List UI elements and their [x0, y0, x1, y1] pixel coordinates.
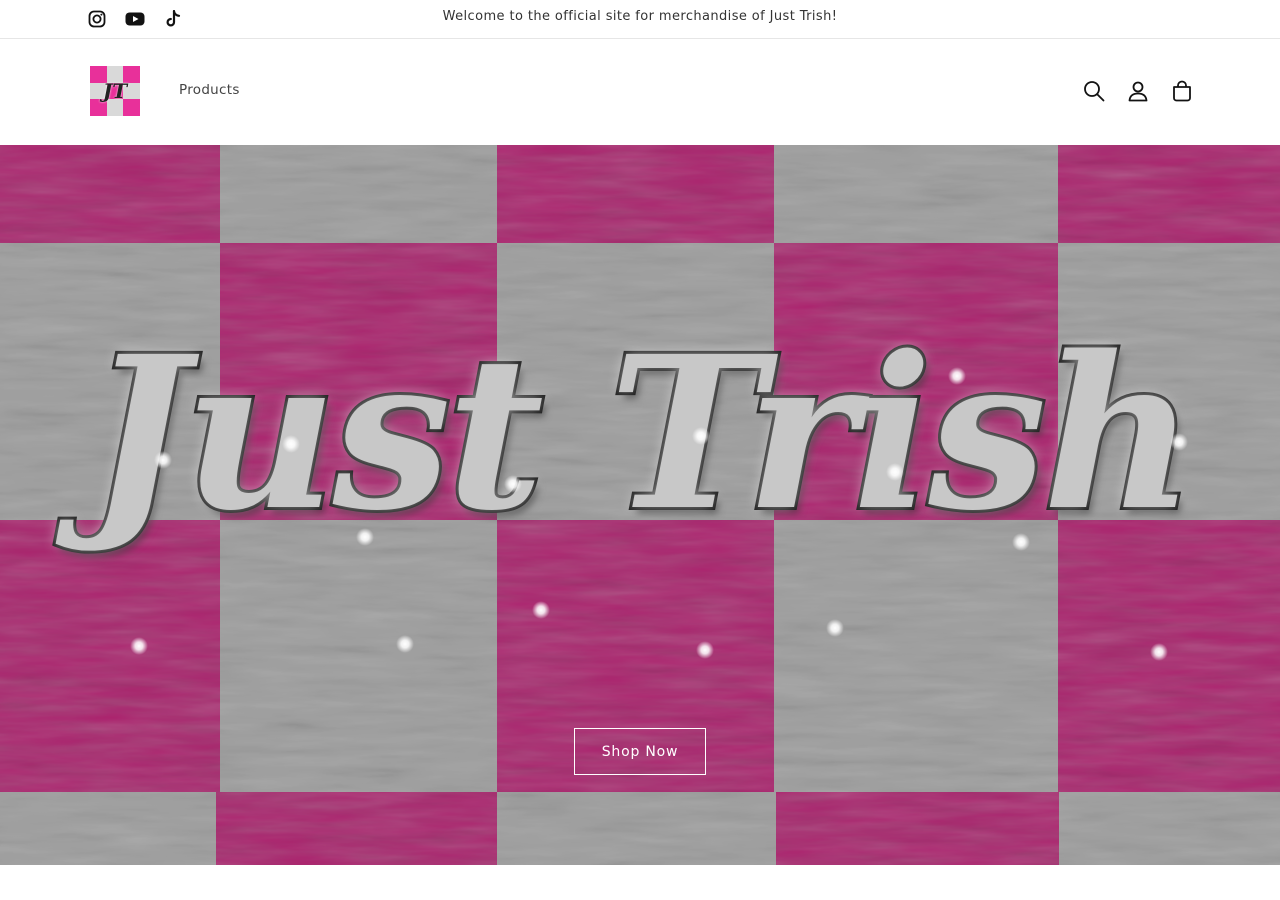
sparkle: [1012, 533, 1030, 551]
shop-now-button[interactable]: Shop Now: [574, 728, 706, 775]
sparkle: [696, 641, 714, 659]
sparkle: [154, 451, 172, 469]
sparkle: [692, 427, 710, 445]
sparkle: [356, 528, 374, 546]
sparkle: [396, 635, 414, 653]
sparkle: [282, 435, 300, 453]
sparkle: [130, 637, 148, 655]
sparkle: [504, 475, 522, 493]
site-logo[interactable]: JT: [90, 66, 140, 116]
cart-icon[interactable]: [1170, 78, 1194, 104]
search-icon[interactable]: [1082, 78, 1106, 104]
announcement-bar: Welcome to the official site for merchan…: [0, 0, 1280, 39]
header-icons: [1082, 78, 1194, 104]
account-icon[interactable]: [1126, 78, 1150, 104]
hero-title: Just Trish: [86, 307, 1199, 560]
hero-banner: Just Trish Shop Now: [0, 145, 1280, 865]
sparkle: [1150, 643, 1168, 661]
sparkle: [1170, 433, 1188, 451]
site-header: JT Products: [0, 39, 1280, 145]
nav-products-link[interactable]: Products: [179, 82, 240, 98]
sparkle: [948, 367, 966, 385]
sparkle: [532, 601, 550, 619]
sparkle: [886, 463, 904, 481]
logo-initials: JT: [102, 79, 128, 103]
sparkle: [826, 619, 844, 637]
announcement-text: Welcome to the official site for merchan…: [442, 9, 838, 24]
